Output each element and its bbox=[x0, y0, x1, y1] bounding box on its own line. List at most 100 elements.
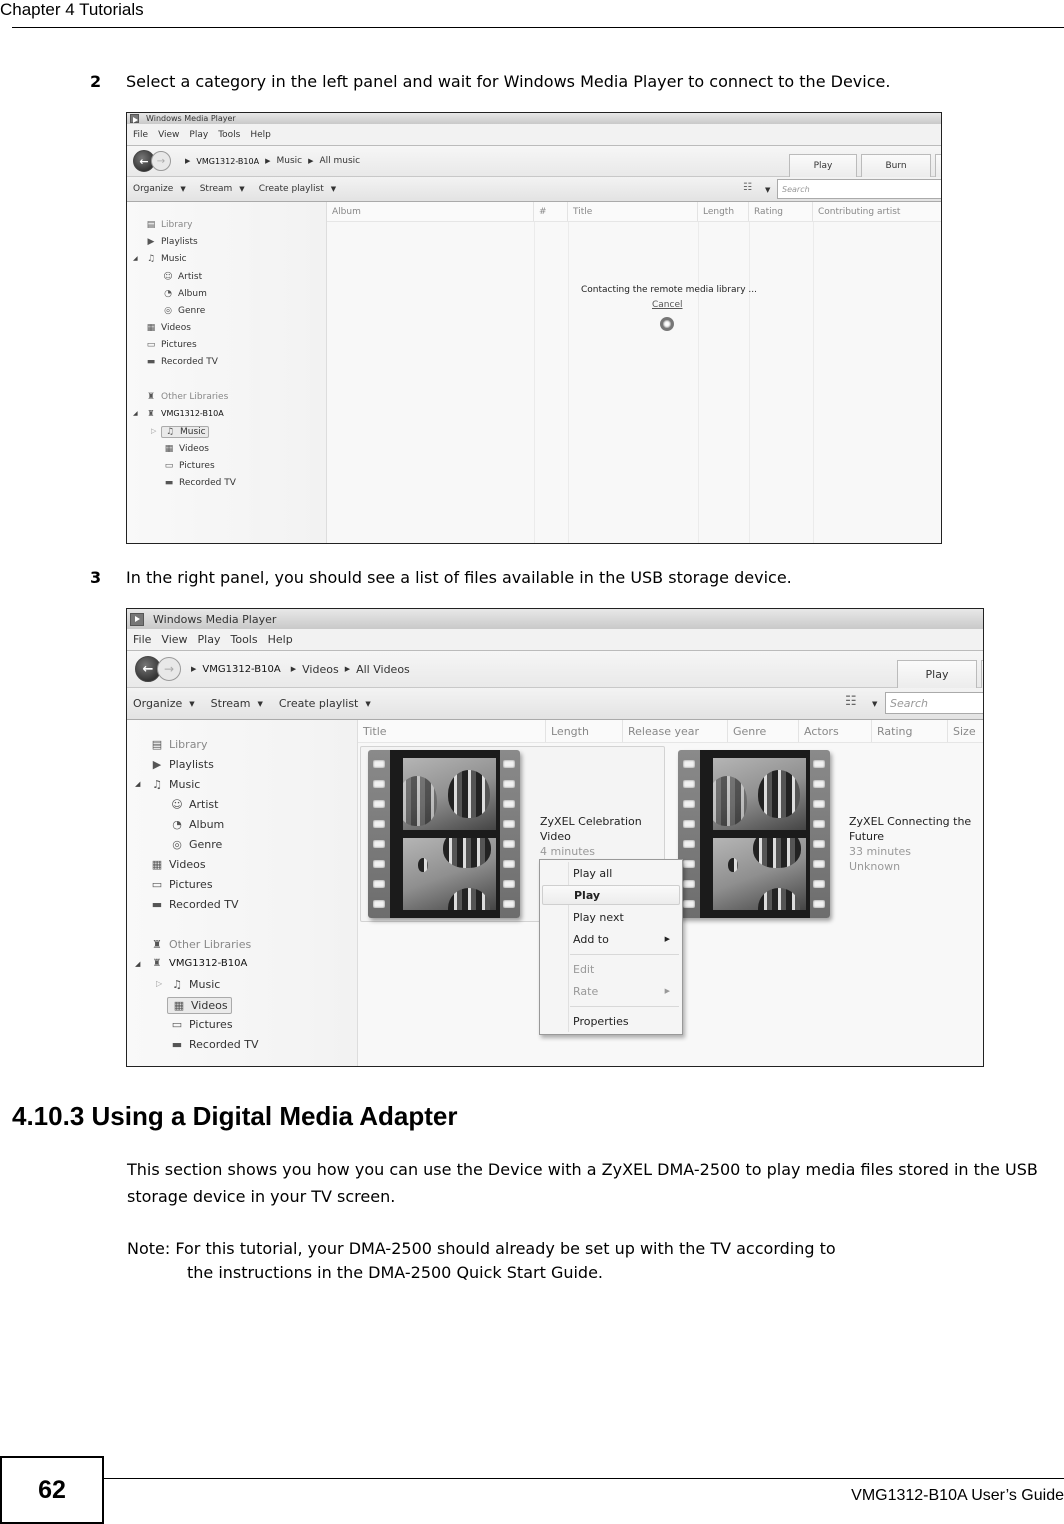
menu-file[interactable]: File bbox=[133, 130, 148, 140]
tree-item-pictures[interactable]: ▭ Pictures bbox=[145, 340, 197, 350]
column-contributing-artist[interactable]: Contributing artist bbox=[813, 202, 941, 221]
menu-item-play[interactable]: Play bbox=[542, 885, 680, 905]
search-input[interactable]: Search bbox=[777, 179, 941, 199]
column-length[interactable]: Length bbox=[698, 202, 749, 221]
tree-item-other-libraries[interactable]: ♜ Other Libraries bbox=[149, 938, 251, 951]
tree-item-library[interactable]: ▤ Library bbox=[145, 220, 193, 230]
tree-item-music[interactable]: ♫ Music bbox=[149, 778, 200, 791]
film-hole bbox=[683, 840, 695, 848]
stream-button[interactable]: Stream ▼ bbox=[200, 184, 245, 194]
expand-triangle-icon[interactable]: ◢ bbox=[133, 255, 138, 262]
view-options-icon[interactable]: ☷ bbox=[845, 694, 857, 709]
tree-item-playlists[interactable]: ▶ Playlists bbox=[149, 758, 214, 771]
menu-play[interactable]: Play bbox=[189, 130, 208, 140]
search-input[interactable]: Search bbox=[885, 692, 983, 714]
forward-arrow-icon[interactable]: → bbox=[151, 151, 171, 171]
breadcrumb-all-videos[interactable]: All Videos bbox=[356, 663, 410, 676]
menu-help[interactable]: Help bbox=[268, 633, 293, 646]
tree-item-recorded-tv[interactable]: ▬ Recorded TV bbox=[149, 898, 239, 911]
tree-item-artist[interactable]: ☺ Artist bbox=[162, 272, 202, 282]
tree-item-device-recorded-tv[interactable]: ▬ Recorded TV bbox=[163, 478, 236, 488]
menu-item-add-to[interactable]: Add to ▶ bbox=[542, 929, 680, 949]
menu-item-edit[interactable]: Edit bbox=[542, 959, 680, 979]
tree-item-album[interactable]: ◔ Album bbox=[162, 289, 207, 299]
breadcrumb-music[interactable]: Music bbox=[276, 156, 302, 166]
menu-item-play-next[interactable]: Play next bbox=[542, 907, 680, 927]
column-genre[interactable]: Genre bbox=[728, 720, 799, 742]
tree-item-recorded-tv[interactable]: ▬ Recorded TV bbox=[145, 357, 218, 367]
menu-tools[interactable]: Tools bbox=[230, 633, 257, 646]
film-hole bbox=[503, 900, 515, 908]
tree-item-videos[interactable]: ▦ Videos bbox=[145, 323, 191, 333]
collapse-triangle-icon[interactable]: ▷ bbox=[156, 979, 162, 988]
breadcrumb-device[interactable]: VMG1312-B10A bbox=[202, 664, 280, 675]
organize-button[interactable]: Organize ▼ bbox=[133, 697, 195, 710]
tree-item-artist[interactable]: ☺ Artist bbox=[169, 798, 218, 811]
menu-item-play-all[interactable]: Play all bbox=[542, 863, 680, 883]
menu-item-rate[interactable]: Rate ▶ bbox=[542, 981, 680, 1001]
tree-item-device-recorded-tv[interactable]: ▬ Recorded TV bbox=[169, 1038, 259, 1051]
tree-item-device-pictures[interactable]: ▭ Pictures bbox=[169, 1018, 233, 1031]
column-rating[interactable]: Rating bbox=[872, 720, 948, 742]
tab-burn[interactable] bbox=[981, 660, 983, 688]
column-album[interactable]: Album bbox=[327, 202, 534, 221]
column-release-year[interactable]: Release year bbox=[623, 720, 728, 742]
tree-item-device-videos[interactable]: ▦ Videos bbox=[163, 444, 209, 454]
tree-item-device-music[interactable]: ♫ Music bbox=[161, 426, 209, 438]
menu-item-properties[interactable]: Properties bbox=[542, 1011, 680, 1031]
cancel-link[interactable]: Cancel bbox=[652, 300, 683, 310]
step-text: In the right panel, you should see a lis… bbox=[126, 568, 792, 587]
organize-button[interactable]: Organize ▼ bbox=[133, 184, 186, 194]
menu-tools[interactable]: Tools bbox=[218, 130, 240, 140]
video-tile[interactable]: ZyXEL Connecting the Future 33 minutes Un… bbox=[676, 746, 981, 922]
expand-triangle-icon[interactable]: ◢ bbox=[135, 960, 140, 968]
tree-item-device[interactable]: ♜ VMG1312-B10A bbox=[145, 409, 223, 418]
tree-item-playlists[interactable]: ▶ Playlists bbox=[145, 237, 198, 247]
film-hole bbox=[503, 800, 515, 808]
film-hole bbox=[373, 900, 385, 908]
tree-item-genre[interactable]: ◎ Genre bbox=[169, 838, 222, 851]
breadcrumb-device[interactable]: VMG1312-B10A bbox=[196, 157, 259, 166]
tree-item-other-libraries[interactable]: ♜ Other Libraries bbox=[145, 392, 228, 402]
forward-arrow-icon[interactable]: → bbox=[157, 657, 181, 681]
tree-item-genre[interactable]: ◎ Genre bbox=[162, 306, 205, 316]
breadcrumb-videos[interactable]: Videos bbox=[302, 663, 339, 676]
column-length[interactable]: Length bbox=[546, 720, 623, 742]
menu-file[interactable]: File bbox=[133, 633, 151, 646]
stream-button[interactable]: Stream ▼ bbox=[211, 697, 263, 710]
menu-help[interactable]: Help bbox=[250, 130, 271, 140]
tab-play[interactable]: Play bbox=[789, 154, 857, 177]
menu-play[interactable]: Play bbox=[198, 633, 221, 646]
create-playlist-button[interactable]: Create playlist ▼ bbox=[259, 184, 336, 194]
column-rating[interactable]: Rating bbox=[749, 202, 813, 221]
tree-item-music[interactable]: ♫ Music bbox=[145, 254, 187, 264]
menu-view[interactable]: View bbox=[158, 130, 179, 140]
tab-play[interactable]: Play bbox=[897, 660, 977, 688]
tree-item-device-videos[interactable]: ▦ Videos bbox=[167, 997, 232, 1014]
expand-triangle-icon[interactable]: ◢ bbox=[133, 410, 138, 417]
other-libraries-icon: ♜ bbox=[146, 392, 156, 402]
view-options-caret-icon[interactable]: ▼ bbox=[765, 186, 770, 194]
column-title[interactable]: Title bbox=[358, 720, 546, 742]
menu-view[interactable]: View bbox=[161, 633, 187, 646]
tree-item-device[interactable]: ♜ VMG1312-B10A bbox=[149, 958, 248, 969]
view-options-caret-icon[interactable]: ▼ bbox=[872, 700, 877, 708]
tree-item-device-pictures[interactable]: ▭ Pictures bbox=[163, 461, 215, 471]
collapse-triangle-icon[interactable]: ▷ bbox=[151, 427, 156, 435]
column-title[interactable]: Title bbox=[568, 202, 698, 221]
tree-item-album[interactable]: ◔ Album bbox=[169, 818, 224, 831]
tree-item-library[interactable]: ▤ Library bbox=[149, 738, 208, 751]
create-playlist-button[interactable]: Create playlist ▼ bbox=[279, 697, 371, 710]
column-actors[interactable]: Actors bbox=[799, 720, 872, 742]
column-track-number[interactable]: # bbox=[534, 202, 568, 221]
breadcrumb-all-music[interactable]: All music bbox=[319, 156, 360, 166]
tree-item-pictures[interactable]: ▭ Pictures bbox=[149, 878, 213, 891]
tree-item-videos[interactable]: ▦ Videos bbox=[149, 858, 206, 871]
expand-triangle-icon[interactable]: ◢ bbox=[135, 780, 140, 788]
tab-burn[interactable]: Burn bbox=[861, 154, 931, 177]
column-size[interactable]: Size bbox=[948, 720, 983, 742]
view-options-icon[interactable]: ☷ bbox=[743, 182, 752, 193]
video-duration: 33 minutes bbox=[849, 845, 912, 858]
tree-item-device-music[interactable]: ♫ Music bbox=[169, 978, 220, 991]
tab-sync[interactable] bbox=[935, 154, 941, 177]
